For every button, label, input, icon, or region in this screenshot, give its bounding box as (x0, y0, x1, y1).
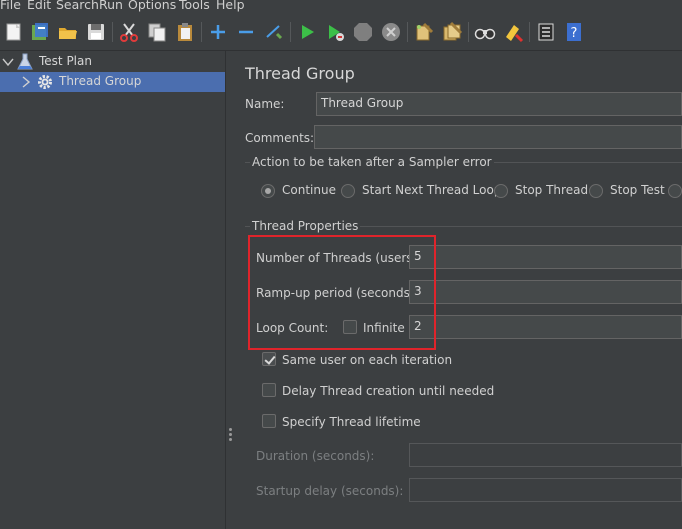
cut-icon[interactable] (118, 21, 140, 43)
search-icon[interactable] (474, 21, 496, 43)
split-pane-divider[interactable] (225, 51, 236, 529)
name-label: Name: (245, 97, 285, 111)
error-action-radio-group: Continue Start Next Thread Loop Stop Thr… (261, 183, 682, 201)
menu-search[interactable]: Search (56, 0, 99, 12)
menu-bar: File Edit Search Run Options Tools Help (0, 0, 682, 13)
gear-icon (37, 74, 53, 90)
open-icon[interactable] (57, 21, 79, 43)
collapsed-arrow-icon[interactable] (20, 75, 32, 89)
radio-label: Continue (282, 183, 336, 197)
menu-file[interactable]: File (0, 0, 21, 12)
startup-delay-input[interactable] (409, 478, 682, 502)
toggle-icon[interactable] (263, 21, 285, 43)
rampup-input[interactable]: 3 (409, 280, 682, 304)
duration-label: Duration (seconds): (256, 449, 375, 463)
tree-node-thread-group[interactable]: Thread Group (0, 72, 225, 92)
svg-text:?: ? (571, 26, 578, 41)
new-icon[interactable] (3, 21, 25, 43)
function-helper-icon[interactable] (535, 21, 557, 43)
start-no-pause-icon[interactable] (324, 21, 346, 43)
help-icon[interactable]: ? (563, 21, 585, 43)
clear-all-icon[interactable] (441, 21, 463, 43)
menu-help[interactable]: Help (216, 0, 245, 12)
thread-lifetime-checkbox[interactable] (262, 414, 276, 428)
toolbar: ? (0, 13, 682, 51)
collapse-icon[interactable] (235, 21, 257, 43)
thread-properties-title: Thread Properties (250, 219, 361, 233)
delay-thread-creation-checkbox[interactable] (262, 383, 276, 397)
templates-icon[interactable] (29, 21, 51, 43)
clear-icon[interactable] (413, 21, 435, 43)
same-user-label: Same user on each iteration (282, 353, 453, 367)
radio-button[interactable] (668, 184, 682, 198)
copy-icon[interactable] (146, 21, 168, 43)
radio-button[interactable] (261, 184, 275, 198)
shutdown-icon[interactable] (380, 21, 402, 43)
radio-label: Start Next Thread Loop (362, 183, 502, 197)
paste-icon[interactable] (174, 21, 196, 43)
radio-label: Stop Test (610, 183, 665, 197)
menu-edit[interactable]: Edit (27, 0, 51, 12)
expanded-arrow-icon[interactable] (2, 55, 14, 69)
same-user-checkbox[interactable] (262, 352, 276, 366)
radio-button[interactable] (494, 184, 508, 198)
expand-icon[interactable] (207, 21, 229, 43)
error-action-title: Action to be taken after a Sampler error (250, 155, 494, 169)
page-title: Thread Group (245, 64, 355, 83)
menu-tools[interactable]: Tools (179, 0, 210, 12)
reset-search-icon[interactable] (502, 21, 524, 43)
comments-label: Comments: (245, 131, 315, 145)
name-field[interactable]: Thread Group (316, 92, 682, 116)
save-icon[interactable] (85, 21, 107, 43)
highlight-box (248, 235, 436, 350)
menu-options[interactable]: Options (128, 0, 176, 12)
comments-field[interactable] (314, 125, 682, 149)
menu-run[interactable]: Run (99, 0, 123, 12)
test-plan-tree: Test Plan Thread Group (0, 51, 225, 529)
tree-node-label: Test Plan (39, 54, 92, 68)
splitter-grip-icon[interactable] (229, 428, 232, 442)
delay-thread-creation-label: Delay Thread creation until needed (282, 384, 495, 398)
threads-input[interactable]: 5 (409, 245, 682, 269)
startup-delay-label: Startup delay (seconds): (256, 484, 404, 498)
tree-node-label: Thread Group (59, 74, 142, 88)
tree-node-test-plan[interactable]: Test Plan (0, 52, 225, 72)
start-icon[interactable] (296, 21, 318, 43)
radio-button[interactable] (341, 184, 355, 198)
thread-group-panel: Thread Group Name: Thread Group Comments… (237, 51, 682, 529)
thread-lifetime-label: Specify Thread lifetime (282, 415, 421, 429)
duration-input[interactable] (409, 443, 682, 467)
radio-label: Stop Thread (515, 183, 589, 197)
loop-count-input[interactable]: 2 (409, 315, 682, 339)
radio-button[interactable] (589, 184, 603, 198)
stop-icon[interactable] (352, 21, 374, 43)
test-plan-icon (17, 53, 33, 71)
